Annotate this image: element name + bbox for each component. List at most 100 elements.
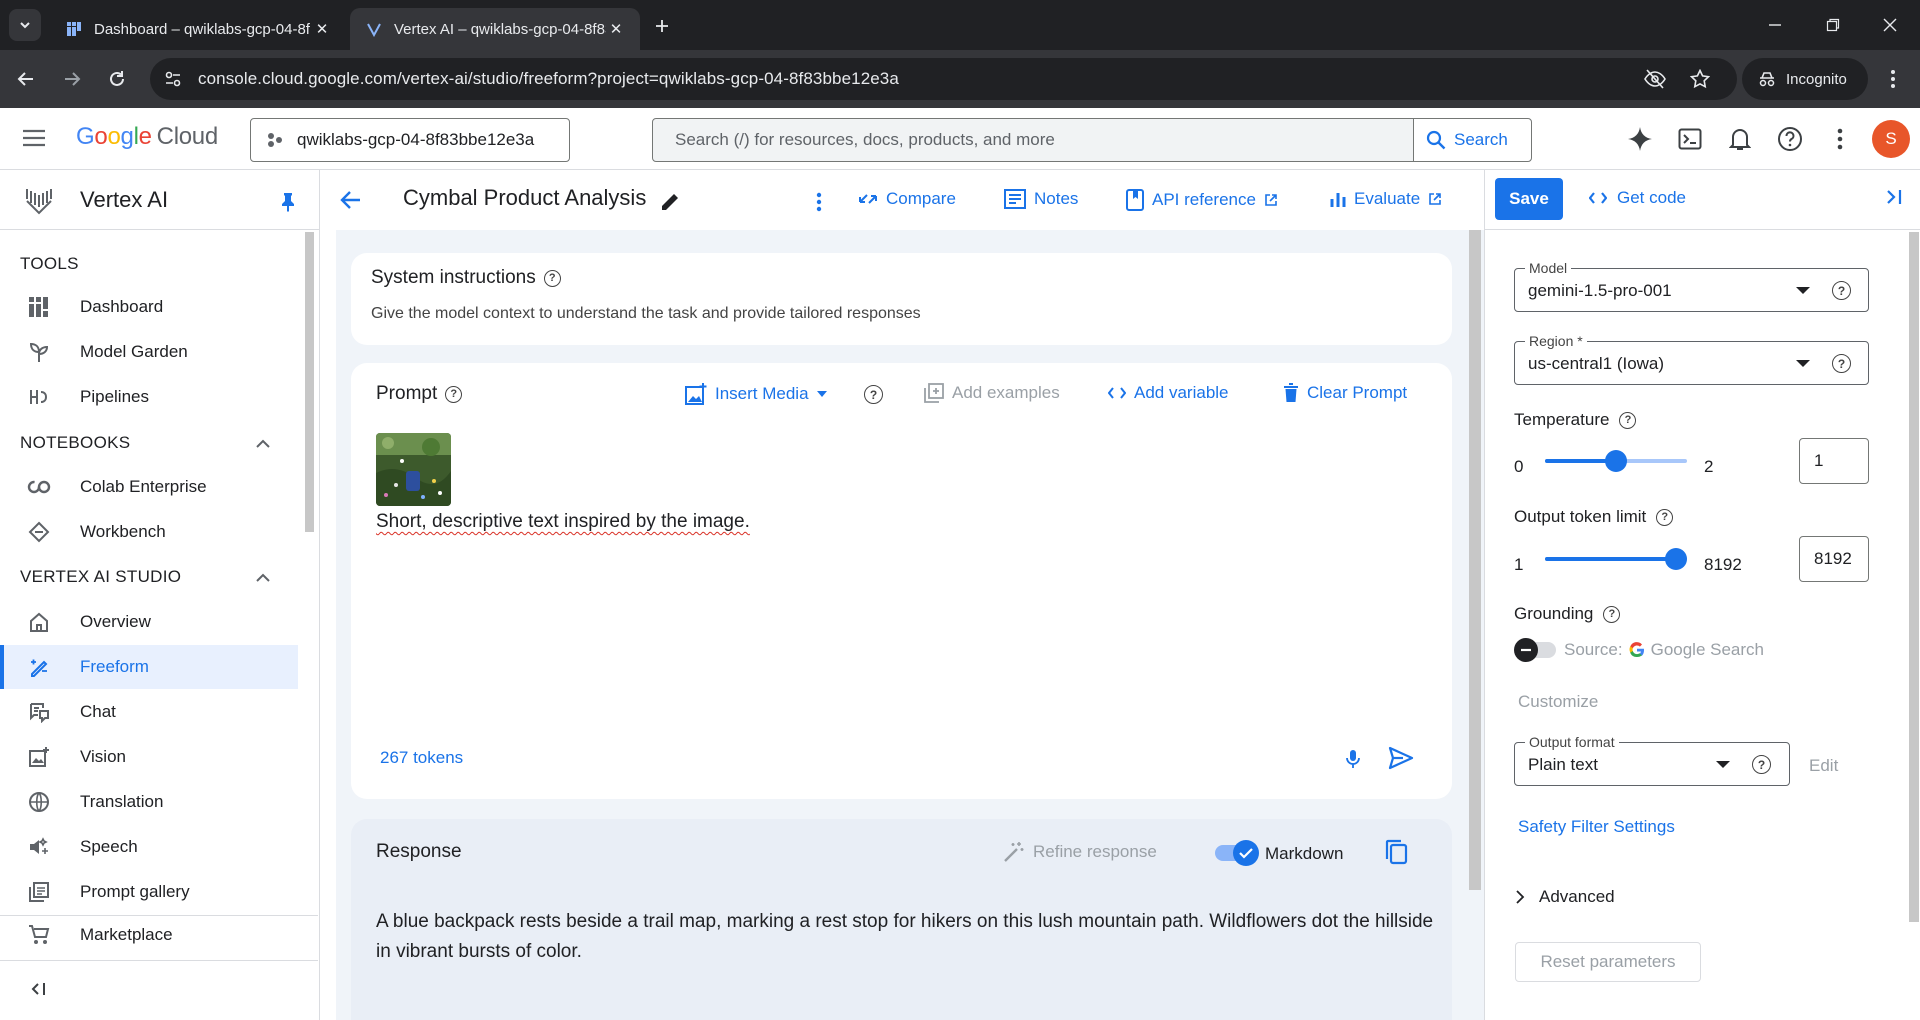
- copy-icon[interactable]: [1384, 839, 1408, 865]
- help-icon[interactable]: ?: [445, 385, 463, 403]
- safety-filter-settings-link[interactable]: Safety Filter Settings: [1518, 817, 1675, 837]
- close-window-button[interactable]: [1875, 10, 1905, 40]
- restore-button[interactable]: [1818, 10, 1848, 40]
- close-tab-icon[interactable]: ✕: [312, 19, 332, 39]
- output-format-select[interactable]: Output format Plain text ?: [1514, 734, 1790, 786]
- forward-icon[interactable]: [62, 69, 82, 89]
- reset-parameters-button[interactable]: Reset parameters: [1515, 942, 1701, 982]
- token-limit-slider[interactable]: [1545, 544, 1687, 574]
- google-cloud-logo[interactable]: Google Cloud: [76, 123, 218, 151]
- collapse-sidebar-icon[interactable]: [31, 982, 47, 996]
- clear-prompt-button[interactable]: Clear Prompt: [1283, 383, 1407, 403]
- add-variable-button[interactable]: Add variable: [1108, 383, 1229, 403]
- back-icon[interactable]: [16, 69, 36, 89]
- sidebar-item-marketplace[interactable]: Marketplace: [0, 913, 298, 957]
- sidebar-item-speech[interactable]: Speech: [0, 825, 298, 869]
- edit-pencil-icon[interactable]: [660, 192, 680, 212]
- sidebar-item-chat[interactable]: Chat: [0, 690, 298, 734]
- sidebar-item-workbench[interactable]: Workbench: [0, 510, 298, 554]
- prompt-image-thumbnail[interactable]: [376, 433, 451, 506]
- sidebar-item-pipelines[interactable]: Pipelines: [0, 375, 298, 419]
- hamburger-menu-icon[interactable]: [22, 129, 46, 147]
- speech-icon: [30, 837, 48, 854]
- compare-button[interactable]: Compare: [858, 189, 956, 209]
- settings-scrollbar[interactable]: [1909, 232, 1919, 922]
- temperature-slider[interactable]: [1545, 446, 1687, 476]
- help-icon[interactable]: ?: [1603, 605, 1621, 623]
- refine-response-button[interactable]: Refine response: [1003, 841, 1157, 863]
- sidebar-item-colab-enterprise[interactable]: Colab Enterprise: [0, 465, 298, 509]
- markdown-toggle[interactable]: [1213, 840, 1259, 866]
- close-tab-icon[interactable]: ✕: [606, 19, 626, 39]
- sidebar-item-freeform[interactable]: Freeform: [0, 645, 298, 689]
- cloud-shell-button[interactable]: [1675, 124, 1705, 154]
- evaluate-link[interactable]: Evaluate: [1330, 189, 1442, 209]
- minimize-button[interactable]: [1760, 10, 1790, 40]
- sidebar-item-model-garden[interactable]: Model Garden: [0, 330, 298, 374]
- chevron-up-icon[interactable]: [252, 433, 274, 455]
- insert-media-button[interactable]: Insert Media: [685, 383, 827, 405]
- api-reference-link[interactable]: API reference: [1126, 189, 1278, 211]
- help-icon[interactable]: ?: [1656, 508, 1674, 526]
- help-icon[interactable]: ?: [1752, 755, 1771, 774]
- sidebar-item-vision[interactable]: Vision: [0, 735, 298, 779]
- slider-knob[interactable]: [1605, 450, 1627, 472]
- sidebar-item-prompt-gallery[interactable]: Prompt gallery: [0, 870, 298, 914]
- advanced-expander[interactable]: Advanced: [1516, 887, 1615, 907]
- incognito-badge[interactable]: Incognito: [1742, 58, 1868, 100]
- model-select[interactable]: Model gemini-1.5-pro-001 ?: [1514, 260, 1869, 312]
- help-icon[interactable]: ?: [864, 385, 883, 404]
- collapse-panel-icon[interactable]: [1885, 188, 1903, 206]
- new-tab-button[interactable]: [648, 12, 676, 40]
- help-icon[interactable]: ?: [543, 269, 561, 287]
- system-instructions-input[interactable]: Give the model context to understand the…: [371, 305, 921, 323]
- back-arrow-icon[interactable]: [339, 188, 363, 212]
- get-code-button[interactable]: Get code: [1589, 188, 1686, 208]
- restore-icon: [1826, 18, 1840, 32]
- add-examples-button[interactable]: Add examples: [924, 383, 1060, 403]
- slider-knob[interactable]: [1665, 548, 1687, 570]
- sidebar-item-dashboard[interactable]: Dashboard: [0, 285, 298, 329]
- eye-off-icon[interactable]: [1644, 69, 1666, 89]
- site-info-icon[interactable]: [164, 70, 182, 88]
- search-button[interactable]: Search: [1413, 119, 1531, 161]
- tab-search-button[interactable]: [9, 9, 41, 41]
- token-limit-input[interactable]: 8192: [1799, 536, 1869, 582]
- browser-tab-vertex[interactable]: Vertex AI – qwiklabs-gcp-04-8f83 ✕: [350, 8, 640, 50]
- chevron-up-icon[interactable]: [252, 567, 274, 589]
- search-bar[interactable]: Search (/) for resources, docs, products…: [652, 118, 1532, 162]
- region-select[interactable]: Region * us-central1 (Iowa) ?: [1514, 333, 1869, 385]
- help-icon[interactable]: ?: [1832, 354, 1851, 373]
- help-icon[interactable]: ?: [1832, 281, 1851, 300]
- help-button[interactable]: [1775, 124, 1805, 154]
- save-button[interactable]: Save: [1495, 178, 1563, 220]
- sidebar-item-overview[interactable]: Overview: [0, 600, 298, 644]
- temperature-input[interactable]: 1: [1799, 438, 1869, 484]
- page-title[interactable]: Cymbal Product Analysis: [403, 185, 646, 211]
- more-vert-icon[interactable]: [816, 192, 822, 212]
- workspace-scrollbar[interactable]: [1469, 230, 1481, 890]
- prompt-text[interactable]: Short, descriptive text inspired by the …: [376, 511, 750, 533]
- sidebar-item-translation[interactable]: Translation: [0, 780, 298, 824]
- microphone-icon[interactable]: [1346, 749, 1360, 769]
- bookmark-star-icon[interactable]: [1690, 69, 1710, 89]
- sidebar-scrollbar[interactable]: [305, 232, 314, 532]
- grounding-toggle[interactable]: [1514, 637, 1558, 663]
- notes-button[interactable]: Notes: [1004, 189, 1078, 209]
- pin-icon[interactable]: [280, 192, 296, 212]
- more-options-button[interactable]: [1825, 124, 1855, 154]
- edit-button[interactable]: Edit: [1809, 756, 1838, 776]
- notifications-button[interactable]: [1725, 124, 1755, 154]
- url-bar[interactable]: console.cloud.google.com/vertex-ai/studi…: [150, 58, 1737, 100]
- system-instructions-card[interactable]: System instructions ? Give the model con…: [351, 253, 1452, 345]
- sidebar-item-label: Workbench: [80, 522, 166, 541]
- browser-tab-dashboard[interactable]: Dashboard – qwiklabs-gcp-04-8f ✕: [50, 8, 346, 50]
- project-picker[interactable]: qwiklabs-gcp-04-8f83bbe12e3a: [250, 118, 570, 162]
- account-avatar[interactable]: S: [1872, 120, 1910, 158]
- gemini-button[interactable]: [1625, 124, 1655, 154]
- send-icon[interactable]: [1388, 746, 1414, 770]
- search-input[interactable]: Search (/) for resources, docs, products…: [653, 119, 1413, 161]
- browser-menu-icon[interactable]: [1890, 69, 1896, 89]
- help-icon[interactable]: ?: [1619, 411, 1637, 429]
- reload-icon[interactable]: [107, 69, 127, 89]
